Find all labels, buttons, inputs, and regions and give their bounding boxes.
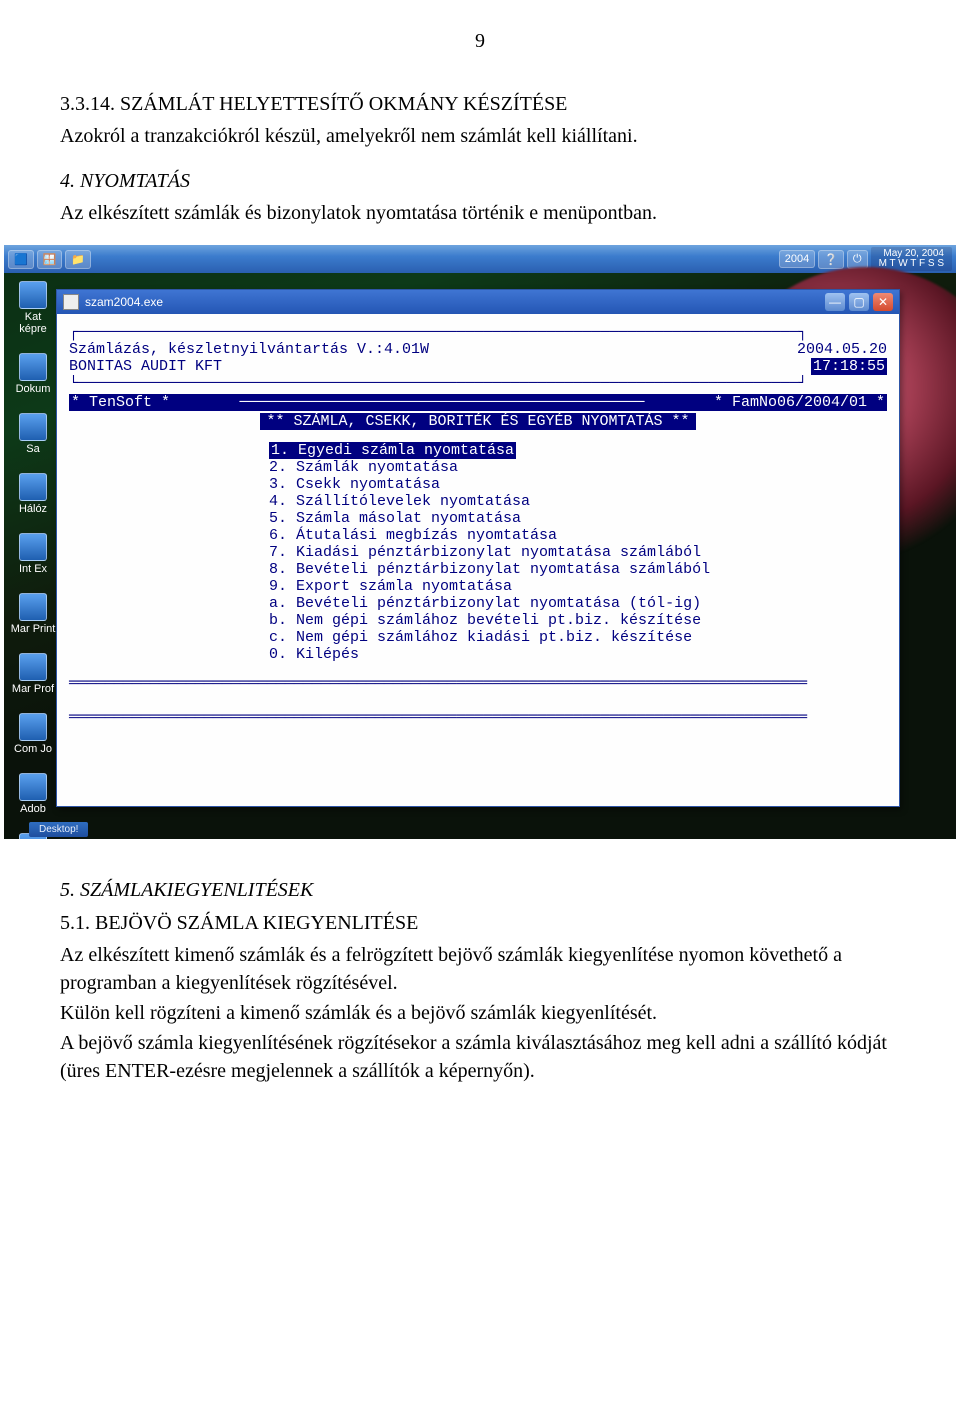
- app-title-line: Számlázás, készletnyilvántartás V.:4.01W: [69, 341, 429, 358]
- taskbar: 🟦 🪟 📁 2004 ❔ ⏻ May 20, 2004 M T W T F S …: [4, 245, 956, 273]
- taskbar-item[interactable]: 🪟: [37, 250, 63, 269]
- section-5-1-para1: Az elkészített kimenő számlák és a felrö…: [60, 941, 900, 997]
- section-4-para: Az elkészített számlák és bizonylatok ny…: [60, 199, 900, 227]
- menu-item[interactable]: 3. Csekk nyomtatása: [269, 476, 887, 493]
- desktop-icon[interactable]: Com Jo: [10, 713, 56, 755]
- maximize-button[interactable]: ▢: [849, 293, 869, 311]
- menu-item[interactable]: 9. Export számla nyomtatása: [269, 578, 887, 595]
- taskbar-item[interactable]: 📁: [65, 250, 91, 269]
- taskbar-help-icon[interactable]: ❔: [818, 250, 844, 269]
- section-3-3-14-para: Azokról a tranzakciókról készül, amelyek…: [60, 122, 900, 150]
- section-5-heading: 5. SZÁMLAKIEGYENLITÉSEK: [60, 879, 900, 902]
- minimize-button[interactable]: —: [825, 293, 845, 311]
- window-title-bar[interactable]: szam2004.exe — ▢ ✕: [57, 290, 899, 314]
- menu-item[interactable]: 6. Átutalási megbízás nyomtatása: [269, 527, 887, 544]
- menu-item[interactable]: 2. Számlák nyomtatása: [269, 459, 887, 476]
- section-3-3-14-heading: 3.3.14. SZÁMLÁT HELYETTESÍTŐ OKMÁNY KÉSZ…: [60, 93, 900, 116]
- menu-item[interactable]: c. Nem gépi számlához kiadási pt.biz. ké…: [269, 629, 887, 646]
- section-4-heading: 4. NYOMTATÁS: [60, 170, 900, 193]
- desktop-icon[interactable]: Hálóz: [10, 473, 56, 515]
- menu-item[interactable]: 0. Kilépés: [269, 646, 887, 663]
- menu-item[interactable]: a. Bevételi pénztárbizonylat nyomtatása …: [269, 595, 887, 612]
- menu-title: ** SZÁMLA, CSEKK, BORITÉK ÉS EGYÉB NYOMT…: [260, 413, 695, 430]
- divider: ════════════════════════════════════════…: [69, 709, 887, 726]
- taskbar-year-pill[interactable]: 2004: [779, 250, 815, 268]
- desktop-icon[interactable]: Int Ex: [10, 533, 56, 575]
- divider: └───────────────────────────────────────…: [69, 375, 887, 392]
- window-icon: [63, 294, 79, 310]
- company-name: BONITAS AUDIT KFT: [69, 358, 222, 375]
- console-window: szam2004.exe — ▢ ✕ ┌────────────────────…: [56, 289, 900, 807]
- desktop-icon-column: Kat képre Dokum Sa Hálóz Int Ex Mar Prin…: [10, 281, 56, 839]
- menu-item[interactable]: b. Nem gépi számlához bevételi pt.biz. k…: [269, 612, 887, 629]
- desktop-icon[interactable]: Sa: [10, 413, 56, 455]
- desktop-icon[interactable]: Adob: [10, 773, 56, 815]
- app-date: 2004.05.20: [797, 341, 887, 358]
- desktop-icon[interactable]: Dokum: [10, 353, 56, 395]
- close-button[interactable]: ✕: [873, 293, 893, 311]
- page-number: 9: [60, 30, 900, 53]
- desktop-icon[interactable]: Mar Prof: [10, 653, 56, 695]
- menu-item[interactable]: 1. Egyedi számla nyomtatása: [269, 442, 516, 459]
- tensoft-banner: * TenSoft * ────────────────────────────…: [69, 394, 887, 411]
- section-5-1-para3: A bejövő számla kiegyenlítésének rögzíté…: [60, 1029, 900, 1085]
- section-5-1-heading: 5.1. BEJÖVÖ SZÁMLA KIEGYENLITÉSE: [60, 912, 900, 935]
- desktop-icon[interactable]: Mar Print: [10, 593, 56, 635]
- console-body: ┌───────────────────────────────────────…: [57, 314, 899, 806]
- window-title: szam2004.exe: [85, 295, 163, 309]
- menu-list: 1. Egyedi számla nyomtatása 2. Számlák n…: [269, 442, 887, 663]
- divider: ┌───────────────────────────────────────…: [69, 324, 887, 341]
- divider: ════════════════════════════════════════…: [69, 675, 887, 692]
- taskbar-power-icon[interactable]: ⏻: [847, 250, 868, 269]
- menu-item[interactable]: 7. Kiadási pénztárbizonylat nyomtatása s…: [269, 544, 887, 561]
- hide-taskbar-label[interactable]: Desktop!: [29, 822, 88, 837]
- embedded-screenshot: 🟦 🪟 📁 2004 ❔ ⏻ May 20, 2004 M T W T F S …: [4, 245, 956, 839]
- taskbar-item[interactable]: 🟦: [8, 250, 34, 269]
- menu-item[interactable]: 4. Szállítólevelek nyomtatása: [269, 493, 887, 510]
- section-5-1-para2: Külön kell rögzíteni a kimenő számlák és…: [60, 999, 900, 1027]
- app-time: 17:18:55: [811, 358, 887, 375]
- desktop-icon[interactable]: Kat képre: [10, 281, 56, 335]
- menu-item[interactable]: 5. Számla másolat nyomtatása: [269, 510, 887, 527]
- menu-item[interactable]: 8. Bevételi pénztárbizonylat nyomtatása …: [269, 561, 887, 578]
